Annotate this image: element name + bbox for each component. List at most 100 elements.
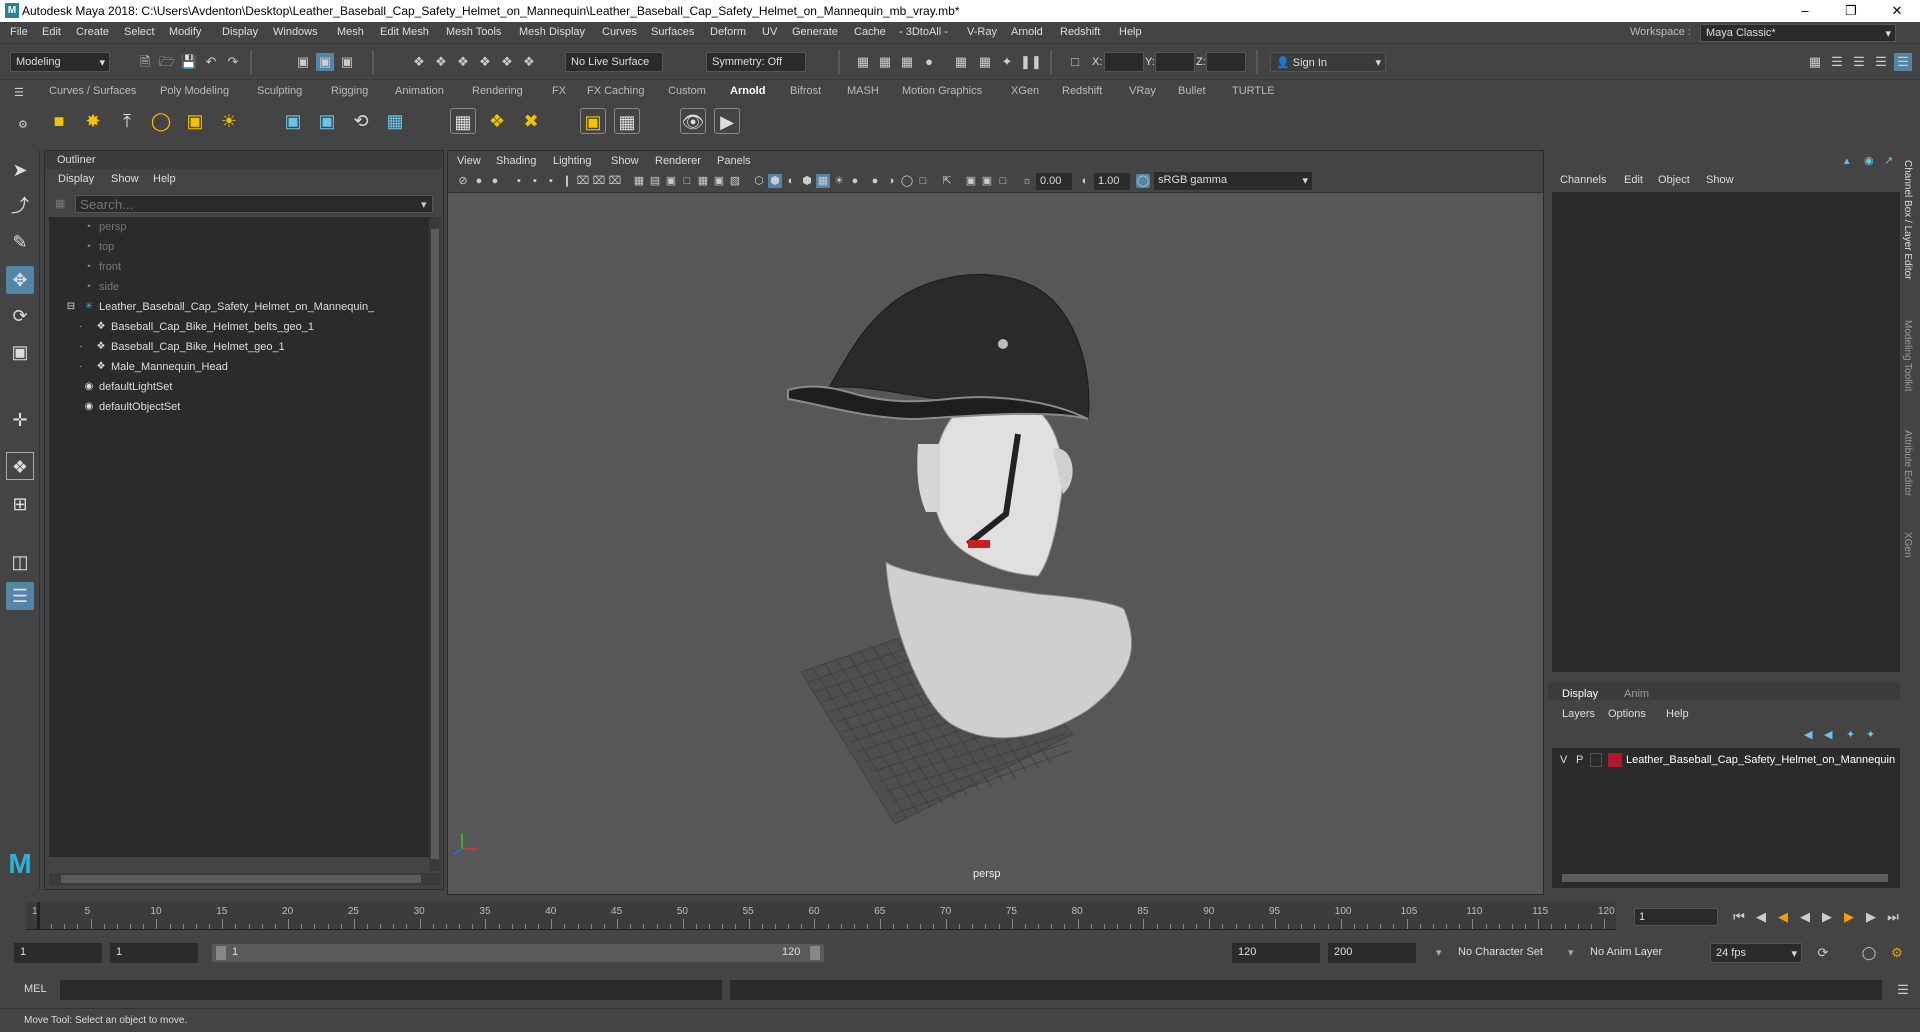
move-layer-down-icon[interactable]: ◀ (1824, 728, 1832, 741)
outliner-item-helmet-geo[interactable]: · ❖ Baseball_Cap_Bike_Helmet_geo_1 (49, 337, 429, 357)
close-icon[interactable]: ✕ (1874, 0, 1920, 22)
fps-select[interactable]: 24 fps ▾ (1710, 943, 1802, 963)
undo-icon[interactable]: ↶ (202, 53, 220, 71)
menu-deform[interactable]: Deform (710, 26, 746, 38)
x-field[interactable] (1104, 52, 1144, 72)
menu-windows[interactable]: Windows (273, 26, 318, 38)
menu-mesh[interactable]: Mesh (337, 26, 364, 38)
layer-menu-options[interactable]: Options (1608, 708, 1646, 720)
use-all-lights-icon[interactable]: ▦ (816, 174, 830, 188)
exposure-icon[interactable]: ☼ (1020, 174, 1034, 188)
skydome-light-icon[interactable]: ◯ (148, 108, 174, 134)
outliner-item-front[interactable]: ▪ front (49, 257, 429, 277)
shelf-tab-poly-modeling[interactable]: Poly Modeling (160, 85, 229, 97)
range-end-handle[interactable] (810, 946, 820, 960)
viewport-menu-renderer[interactable]: Renderer (655, 155, 701, 167)
render-layer-icon[interactable]: ▦ (382, 108, 408, 134)
show-manipulator-icon[interactable]: ✛ (6, 406, 34, 434)
light-editor-icon[interactable]: ▦ (614, 108, 640, 134)
camera-tool-icon[interactable]: ⌧ (576, 174, 590, 188)
mesh-light-icon[interactable]: ✸ (80, 108, 106, 134)
outliner-vertical-scrollbar[interactable] (429, 217, 441, 871)
select-camera-icon[interactable]: ⊘ (456, 174, 470, 188)
menu-curves[interactable]: Curves (602, 26, 637, 38)
menu-create[interactable]: Create (76, 26, 109, 38)
menu-edit-mesh[interactable]: Edit Mesh (380, 26, 429, 38)
outliner-item-persp[interactable]: ▪ persp (49, 217, 429, 237)
safe-title-icon[interactable]: ▧ (728, 174, 742, 188)
range-slider-bar[interactable]: 1 120 (212, 944, 824, 962)
bookmarks-icon[interactable]: ● (488, 174, 502, 188)
menu-cache[interactable]: Cache (854, 26, 886, 38)
shelf-menu-icon[interactable]: ☰ (14, 86, 28, 100)
layer-tab-anim[interactable]: Anim (1624, 688, 1649, 700)
step-forward-key-icon[interactable]: ▶ (1862, 908, 1880, 926)
grease-pencil-icon[interactable]: ▪ (544, 174, 558, 188)
paint-select-tool-icon[interactable]: ✎ (6, 228, 34, 256)
gamma-icon[interactable]: ◐ (1078, 174, 1092, 188)
pause-icon[interactable]: ❚❚ (1020, 53, 1042, 71)
side-tab-channel-box[interactable]: Channel Box / Layer Editor (1902, 160, 1913, 280)
physical-sky-icon[interactable]: ☀ (216, 108, 242, 134)
shelf-tab-curves-surfaces[interactable]: Curves / Surfaces (49, 85, 136, 97)
anti-aliasing-icon[interactable]: ◑ (884, 174, 898, 188)
mel-label[interactable]: MEL (24, 983, 47, 995)
move-tool-icon[interactable]: ✥ (6, 266, 34, 294)
help-icon[interactable]: ◉ (1864, 154, 1874, 167)
playback-start-field[interactable]: 1 (110, 943, 198, 963)
bookmark-icon[interactable]: ❙ (560, 174, 574, 188)
shelf-tab-turtle[interactable]: TURTLE (1232, 85, 1275, 97)
menu-select[interactable]: Select (124, 26, 155, 38)
xray-active-icon[interactable]: ▣ (980, 174, 994, 188)
minimize-icon[interactable]: – (1782, 0, 1828, 22)
chevron-down-icon[interactable]: ▾ (421, 198, 427, 211)
menu-generate[interactable]: Generate (792, 26, 838, 38)
image-plane-icon[interactable]: ▪ (512, 174, 526, 188)
select-by-hierarchy-icon[interactable]: ▣ (294, 53, 312, 71)
shelf-tab-animation[interactable]: Animation (395, 85, 444, 97)
layer-menu-layers[interactable]: Layers (1562, 708, 1595, 720)
scroll-thumb[interactable] (61, 875, 421, 883)
standin-icon[interactable]: ▣ (280, 108, 306, 134)
resolution-gate-icon[interactable]: ▣ (664, 174, 678, 188)
shelf-settings-icon[interactable]: ⚙ (18, 118, 28, 131)
textured-icon[interactable]: ⬢ (800, 174, 814, 188)
render-sequence-icon[interactable]: ▦ (876, 53, 894, 71)
playback-end-field[interactable]: 120 (1232, 943, 1320, 963)
wireframe-on-shaded-icon[interactable]: ◐ (784, 174, 798, 188)
area-light-icon[interactable]: ■ (46, 108, 72, 134)
outliner-item-mannequin-head[interactable]: · ❖ Male_Mannequin_Head (49, 357, 429, 377)
step-forward-frame-icon[interactable]: ▶ (1840, 908, 1858, 926)
restore-icon[interactable]: ❐ (1828, 0, 1874, 22)
field-chart-icon[interactable]: ▦ (696, 174, 710, 188)
character-set-select[interactable]: No Character Set (1452, 943, 1556, 963)
shelf-tab-arnold[interactable]: Arnold (730, 85, 765, 97)
attribute-editor-icon[interactable]: ☰ (1850, 53, 1868, 71)
outliner-menu-help[interactable]: Help (153, 173, 176, 185)
four-view-layout-icon[interactable]: ⊞ (6, 490, 34, 518)
scale-tool-icon[interactable]: ▣ (6, 338, 34, 366)
persp-outliner-layout-icon[interactable]: ◫ (6, 548, 34, 576)
side-tab-attribute-editor[interactable]: Attribute Editor (1902, 430, 1913, 496)
float-icon[interactable]: ↗ (1884, 154, 1893, 167)
outliner-item-default-object-set[interactable]: ◉ defaultObjectSet (49, 397, 429, 417)
shelf-tab-bifrost[interactable]: Bifrost (790, 85, 821, 97)
modeling-toolkit-icon[interactable]: ☰ (1828, 53, 1846, 71)
collapse-icon[interactable]: ⊟ (65, 301, 77, 313)
select-by-object-icon[interactable]: ▣ (316, 53, 334, 71)
shelf-tab-fx[interactable]: FX (552, 85, 566, 97)
outliner-menu-show[interactable]: Show (111, 173, 139, 185)
sign-in-button[interactable]: 👤 Sign In ▾ (1270, 52, 1386, 72)
pin-icon[interactable]: ▴ (1844, 154, 1850, 167)
layer-color-swatch[interactable] (1608, 753, 1622, 767)
play-backwards-icon[interactable]: ◀ (1796, 908, 1814, 926)
xray-icon[interactable]: □ (916, 174, 930, 188)
motion-blur-icon[interactable]: ● (868, 174, 882, 188)
snap-live-icon[interactable]: ❖ (498, 53, 516, 71)
menu-surfaces[interactable]: Surfaces (651, 26, 694, 38)
single-perspective-layout-icon[interactable]: ❖ (6, 452, 34, 480)
time-slider[interactable]: 1 5 10 15 20 25 30 35 40 45 50 55 60 65 70 75 80 85 90 95 10… (20, 902, 1620, 932)
viewport-menu-lighting[interactable]: Lighting (553, 155, 592, 167)
color-space-select[interactable]: sRGB gamma ▾ (1154, 172, 1312, 190)
snap-view-plane-icon[interactable]: ❖ (476, 53, 494, 71)
